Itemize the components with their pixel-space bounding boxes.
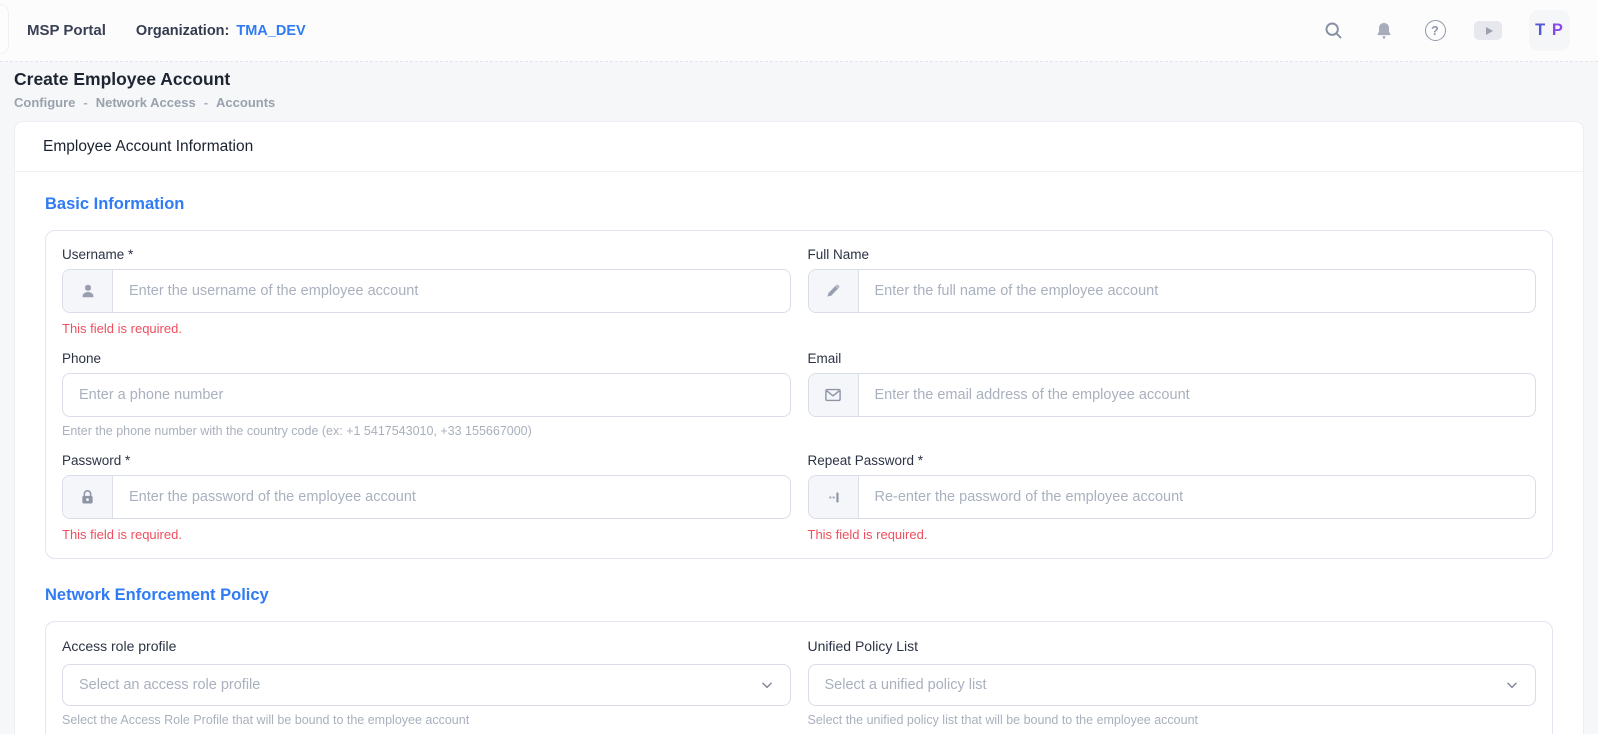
- username-label: Username *: [62, 247, 791, 262]
- page-title: Create Employee Account: [14, 69, 1584, 90]
- card-title: Employee Account Information: [15, 122, 1583, 172]
- breadcrumb-configure[interactable]: Configure: [14, 95, 75, 110]
- basic-information-fieldset: Username * This field is required.: [45, 230, 1553, 559]
- help-question-glyph: ?: [1425, 20, 1446, 41]
- phone-help-text: Enter the phone number with the country …: [62, 424, 791, 438]
- card-body: Basic Information Username *: [15, 172, 1583, 734]
- repeat-password-label: Repeat Password *: [808, 453, 1537, 468]
- video-tutorial-button[interactable]: [1474, 21, 1502, 40]
- lock-icon: [63, 476, 113, 518]
- unified-policy-list-placeholder: Select a unified policy list: [825, 677, 987, 693]
- password-input[interactable]: [113, 476, 790, 518]
- brand-title[interactable]: MSP Portal: [27, 22, 106, 39]
- unified-policy-list-label: Unified Policy List: [808, 638, 1537, 654]
- page-head: Create Employee Account Configure - Netw…: [0, 62, 1598, 121]
- unified-policy-list-select[interactable]: Select a unified policy list: [808, 664, 1537, 706]
- password-input-group: [62, 475, 791, 519]
- phone-input[interactable]: [63, 374, 790, 416]
- topbar-actions: ? T P: [1321, 10, 1570, 51]
- breadcrumb-accounts[interactable]: Accounts: [216, 95, 275, 110]
- username-field-block: Username * This field is required.: [62, 247, 791, 336]
- email-field-block: Email: [808, 351, 1537, 438]
- user-icon: [63, 270, 113, 312]
- network-enforcement-policy-fieldset: Access role profile Select an access rol…: [45, 621, 1553, 734]
- username-input-group: [62, 269, 791, 313]
- username-error: This field is required.: [62, 321, 791, 336]
- breadcrumb-network-access[interactable]: Network Access: [96, 95, 196, 110]
- chevron-down-icon: [760, 678, 774, 692]
- top-bar: MSP Portal Organization: TMA_DEV ? T P: [0, 0, 1598, 62]
- section-title-network-enforcement-policy: Network Enforcement Policy: [45, 586, 1553, 605]
- password-field-block: Password * This field is required.: [62, 453, 791, 542]
- breadcrumb-separator: -: [83, 95, 87, 110]
- repeat-password-input-group: [808, 475, 1537, 519]
- email-input-group: [808, 373, 1537, 417]
- repeat-password-field-block: Repeat Password * This field is required…: [808, 453, 1537, 542]
- retype-password-icon: [809, 476, 859, 518]
- full-name-label: Full Name: [808, 247, 1537, 262]
- password-label: Password *: [62, 453, 791, 468]
- pencil-icon: [809, 270, 859, 312]
- sidebar-edge: [0, 4, 9, 54]
- play-icon: [1486, 27, 1493, 35]
- access-role-profile-help-text: Select the Access Role Profile that will…: [62, 713, 791, 727]
- bell-icon[interactable]: [1372, 19, 1396, 43]
- password-error: This field is required.: [62, 527, 791, 542]
- full-name-field-block: Full Name: [808, 247, 1537, 336]
- envelope-icon: [809, 374, 859, 416]
- full-name-input[interactable]: [859, 270, 1536, 312]
- search-icon[interactable]: [1321, 19, 1345, 43]
- organization-switcher: Organization: TMA_DEV: [136, 23, 306, 39]
- phone-field-block: Phone Enter the phone number with the co…: [62, 351, 791, 438]
- section-title-basic-information: Basic Information: [45, 195, 1553, 214]
- phone-input-group: [62, 373, 791, 417]
- username-input[interactable]: [113, 270, 790, 312]
- full-name-input-group: [808, 269, 1537, 313]
- breadcrumb-separator: -: [204, 95, 208, 110]
- email-input[interactable]: [859, 374, 1536, 416]
- help-icon[interactable]: ?: [1423, 19, 1447, 43]
- access-role-profile-select[interactable]: Select an access role profile: [62, 664, 791, 706]
- avatar-initials: T P: [1535, 21, 1564, 40]
- chevron-down-icon: [1505, 678, 1519, 692]
- organization-value[interactable]: TMA_DEV: [236, 23, 305, 39]
- breadcrumb: Configure - Network Access - Accounts: [14, 95, 1584, 110]
- employee-account-card: Employee Account Information Basic Infor…: [14, 121, 1584, 734]
- unified-policy-list-field-block: Unified Policy List Select a unified pol…: [808, 638, 1537, 727]
- repeat-password-input[interactable]: [859, 476, 1536, 518]
- phone-label: Phone: [62, 351, 791, 366]
- organization-label: Organization:: [136, 23, 229, 39]
- access-role-profile-field-block: Access role profile Select an access rol…: [62, 638, 791, 727]
- email-label: Email: [808, 351, 1537, 366]
- access-role-profile-placeholder: Select an access role profile: [79, 677, 260, 693]
- access-role-profile-label: Access role profile: [62, 638, 791, 654]
- unified-policy-list-help-text: Select the unified policy list that will…: [808, 713, 1537, 727]
- avatar[interactable]: T P: [1529, 10, 1570, 51]
- repeat-password-error: This field is required.: [808, 527, 1537, 542]
